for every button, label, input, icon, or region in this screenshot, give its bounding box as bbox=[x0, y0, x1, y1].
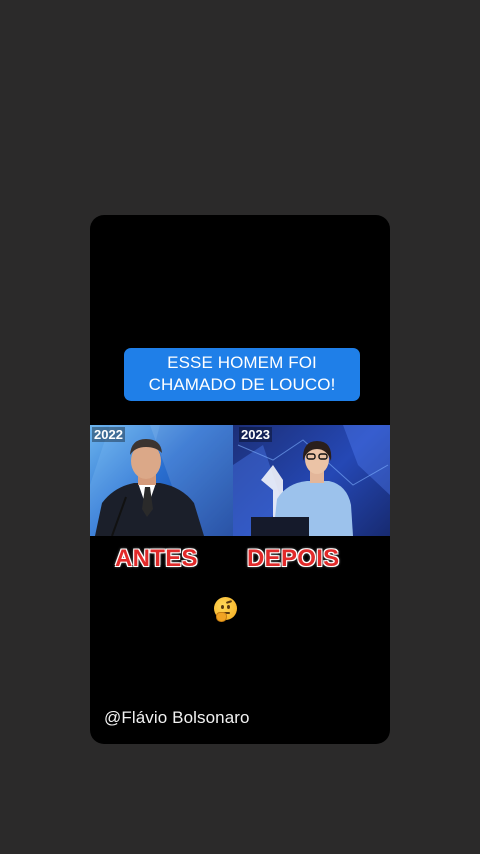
label-depois: DEPOIS bbox=[247, 545, 340, 572]
label-antes: ANTES bbox=[115, 545, 198, 572]
year-tag-2023: 2023 bbox=[239, 427, 272, 442]
caption-box: ESSE HOMEM FOI CHAMADO DE LOUCO! bbox=[124, 348, 360, 401]
photo-after: 2023 bbox=[233, 425, 390, 536]
credit-handle: @Flávio Bolsonaro bbox=[104, 708, 250, 727]
caption-line-2: CHAMADO DE LOUCO! bbox=[148, 375, 336, 394]
photo-comparison: 2022 2023 bbox=[90, 425, 390, 536]
caption-line-1: ESSE HOMEM FOI bbox=[167, 353, 317, 372]
comparison-labels: ANTES DEPOIS bbox=[90, 545, 390, 579]
year-tag-2022: 2022 bbox=[92, 427, 125, 442]
thinking-face-icon bbox=[214, 597, 237, 622]
photo-before: 2022 bbox=[90, 425, 233, 536]
story-card[interactable]: ESSE HOMEM FOI CHAMADO DE LOUCO! 2022 20… bbox=[90, 215, 390, 744]
